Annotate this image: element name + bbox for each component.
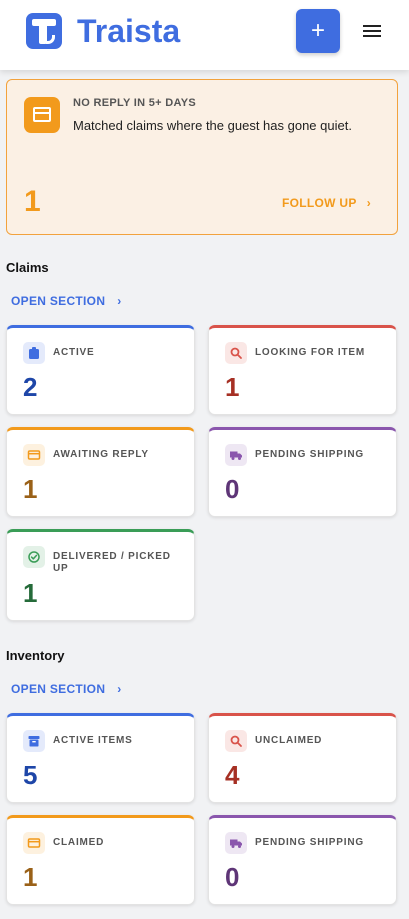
traista-logo-icon[interactable] xyxy=(26,13,62,49)
stat-label: DELIVERED / PICKED UP xyxy=(53,551,171,574)
stat-value: 0 xyxy=(225,862,240,892)
stat-card-claimed[interactable]: CLAIMED 1 xyxy=(6,815,195,905)
card-icon xyxy=(24,97,60,133)
hamburger-menu-icon[interactable] xyxy=(360,20,384,42)
alert-title: NO REPLY IN 5+ DAYS xyxy=(73,97,196,109)
add-button[interactable]: + xyxy=(296,9,340,53)
stat-value: 4 xyxy=(225,760,240,790)
app-header: Traista + xyxy=(0,0,409,70)
check-circle-icon xyxy=(23,546,45,568)
claims-section-title: Claims xyxy=(6,260,49,275)
stat-value: 1 xyxy=(23,578,38,608)
card-icon xyxy=(23,832,45,854)
stat-value: 2 xyxy=(23,372,38,402)
stat-value: 1 xyxy=(23,474,38,504)
stat-value: 1 xyxy=(23,862,38,892)
clipboard-icon xyxy=(23,342,45,364)
chevron-right-icon: › xyxy=(366,196,371,210)
truck-icon xyxy=(225,832,247,854)
stat-card-active-items[interactable]: ACTIVE ITEMS 5 xyxy=(6,713,195,803)
inventory-open-section-link[interactable]: OPEN SECTION › xyxy=(11,682,122,696)
follow-up-link[interactable]: FOLLOW UP › xyxy=(282,196,371,210)
follow-up-label: FOLLOW UP xyxy=(282,196,357,210)
inventory-section-title: Inventory xyxy=(6,648,65,663)
stat-label: ACTIVE ITEMS xyxy=(53,735,133,746)
stat-card-pending-shipping[interactable]: PENDING SHIPPING 0 xyxy=(208,427,397,517)
stat-card-looking-for-item[interactable]: LOOKING FOR ITEM 1 xyxy=(208,325,397,415)
chevron-right-icon: › xyxy=(117,682,122,696)
open-section-label: OPEN SECTION xyxy=(11,294,106,308)
brand-name[interactable]: Traista xyxy=(77,12,180,50)
stat-label: CLAIMED xyxy=(53,837,105,848)
stat-value: 0 xyxy=(225,474,240,504)
stat-card-unclaimed[interactable]: UNCLAIMED 4 xyxy=(208,713,397,803)
stat-card-active[interactable]: ACTIVE 2 xyxy=(6,325,195,415)
stat-value: 5 xyxy=(23,760,38,790)
search-icon xyxy=(225,730,247,752)
stat-label: PENDING SHIPPING xyxy=(255,837,364,848)
search-icon xyxy=(225,342,247,364)
claims-open-section-link[interactable]: OPEN SECTION › xyxy=(11,294,122,308)
stat-card-pending-shipping[interactable]: PENDING SHIPPING 0 xyxy=(208,815,397,905)
stat-label: LOOKING FOR ITEM xyxy=(255,347,366,358)
chevron-right-icon: › xyxy=(117,294,122,308)
plus-icon: + xyxy=(310,17,325,44)
archive-icon xyxy=(23,730,45,752)
stat-label: AWAITING REPLY xyxy=(53,449,149,460)
alert-count: 1 xyxy=(24,185,41,218)
stat-label: PENDING SHIPPING xyxy=(255,449,364,460)
stat-card-delivered-picked-up[interactable]: DELIVERED / PICKED UP 1 xyxy=(6,529,195,621)
stat-label: ACTIVE xyxy=(53,347,95,358)
stat-card-awaiting-reply[interactable]: AWAITING REPLY 1 xyxy=(6,427,195,517)
alert-description: Matched claims where the guest has gone … xyxy=(73,118,352,133)
card-icon xyxy=(23,444,45,466)
truck-icon xyxy=(225,444,247,466)
no-reply-alert-card[interactable]: NO REPLY IN 5+ DAYS Matched claims where… xyxy=(6,79,398,235)
open-section-label: OPEN SECTION xyxy=(11,682,106,696)
stat-label: UNCLAIMED xyxy=(255,735,323,746)
stat-value: 1 xyxy=(225,372,240,402)
